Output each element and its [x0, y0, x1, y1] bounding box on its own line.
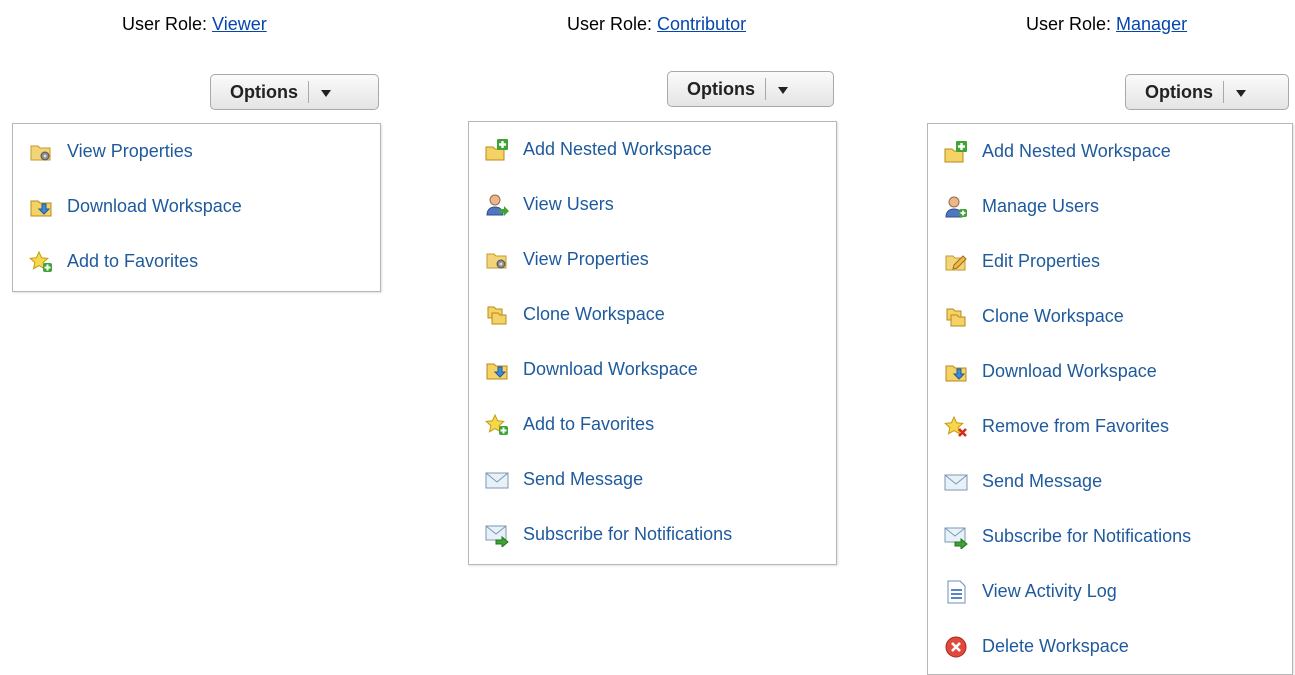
options-label: Options: [211, 81, 309, 103]
send-message-icon: [944, 470, 968, 494]
menu-item-label: Clone Workspace: [523, 304, 665, 324]
menu-item-edit-properties[interactable]: Edit Properties: [928, 234, 1292, 289]
options-label: Options: [1126, 81, 1224, 103]
menu-item-subscribe-for-notifications[interactable]: Subscribe for Notifications: [469, 507, 836, 562]
clone-workspace-icon: [944, 305, 968, 329]
menu-item-label: Send Message: [523, 469, 644, 489]
options-label: Options: [668, 78, 766, 100]
menu-item-remove-from-favorites[interactable]: Remove from Favorites: [928, 399, 1292, 454]
view-users-icon: [485, 193, 509, 217]
chevron-down-icon: [766, 72, 799, 106]
menu-item-view-properties[interactable]: View Properties: [13, 124, 380, 179]
remove-favorites-icon: [944, 415, 968, 439]
options-button-contributor[interactable]: Options: [667, 71, 834, 107]
menu-item-delete-workspace[interactable]: Delete Workspace: [928, 619, 1292, 674]
menu-item-add-nested-workspace[interactable]: Add Nested Workspace: [928, 124, 1292, 179]
subscribe-notifications-icon: [944, 525, 968, 549]
send-message-icon: [485, 468, 509, 492]
options-menu-viewer: View Properties Download Workspace Add to …: [12, 123, 381, 292]
menu-item-label: View Users: [523, 194, 614, 214]
menu-item-view-activity-log[interactable]: View Activity Log: [928, 564, 1292, 619]
menu-item-label: Clone Workspace: [982, 306, 1124, 326]
menu-item-label: View Activity Log: [982, 581, 1117, 601]
menu-item-download-workspace[interactable]: Download Workspace: [928, 344, 1292, 399]
menu-item-view-users[interactable]: View Users: [469, 177, 836, 232]
view-properties-icon: [29, 140, 53, 164]
menu-item-clone-workspace[interactable]: Clone Workspace: [469, 287, 836, 342]
menu-item-label: Add to Favorites: [523, 414, 655, 434]
menu-item-send-message[interactable]: Send Message: [928, 454, 1292, 509]
options-button-viewer[interactable]: Options: [210, 74, 379, 110]
chevron-down-icon: [309, 75, 342, 109]
subscribe-notifications-icon: [485, 523, 509, 547]
menu-item-download-workspace[interactable]: Download Workspace: [13, 179, 380, 234]
options-menu-contributor: Add Nested Workspace View Users View Prope…: [468, 121, 837, 565]
menu-item-label: Download Workspace: [982, 361, 1157, 381]
menu-item-view-properties[interactable]: View Properties: [469, 232, 836, 287]
menu-item-label: Add Nested Workspace: [982, 141, 1171, 161]
menu-item-label: Remove from Favorites: [982, 416, 1170, 436]
menu-item-label: Edit Properties: [982, 251, 1101, 271]
role-prefix: User Role:: [567, 14, 658, 34]
menu-item-subscribe-for-notifications[interactable]: Subscribe for Notifications: [928, 509, 1292, 564]
role-heading-viewer: User Role: Viewer: [122, 14, 267, 35]
delete-workspace-icon: [944, 635, 968, 659]
menu-item-label: Download Workspace: [67, 196, 242, 216]
download-workspace-icon: [944, 360, 968, 384]
menu-item-add-to-favorites[interactable]: Add to Favorites: [469, 397, 836, 452]
menu-item-clone-workspace[interactable]: Clone Workspace: [928, 289, 1292, 344]
menu-item-download-workspace[interactable]: Download Workspace: [469, 342, 836, 397]
role-prefix: User Role:: [122, 14, 213, 34]
chevron-down-icon: [1224, 75, 1257, 109]
clone-workspace-icon: [485, 303, 509, 327]
role-link-viewer[interactable]: Viewer: [212, 14, 267, 34]
menu-item-label: View Properties: [67, 141, 193, 161]
view-properties-icon: [485, 248, 509, 272]
menu-item-label: Add Nested Workspace: [523, 139, 712, 159]
menu-item-manage-users[interactable]: Manage Users: [928, 179, 1292, 234]
menu-item-label: Add to Favorites: [67, 251, 199, 271]
menu-item-add-to-favorites[interactable]: Add to Favorites: [13, 234, 380, 289]
menu-item-label: Send Message: [982, 471, 1103, 491]
menu-item-add-nested-workspace[interactable]: Add Nested Workspace: [469, 122, 836, 177]
menu-item-label: Delete Workspace: [982, 636, 1129, 656]
menu-item-label: Subscribe for Notifications: [982, 526, 1192, 546]
download-workspace-icon: [29, 195, 53, 219]
role-prefix: User Role:: [1026, 14, 1117, 34]
role-link-contributor[interactable]: Contributor: [657, 14, 746, 34]
role-link-manager[interactable]: Manager: [1116, 14, 1187, 34]
edit-properties-icon: [944, 250, 968, 274]
role-heading-manager: User Role: Manager: [1026, 14, 1187, 35]
options-button-manager[interactable]: Options: [1125, 74, 1289, 110]
menu-item-label: Manage Users: [982, 196, 1100, 216]
menu-item-send-message[interactable]: Send Message: [469, 452, 836, 507]
options-menu-manager: Add Nested Workspace Manage Users Edit Pro…: [927, 123, 1293, 675]
role-heading-contributor: User Role: Contributor: [567, 14, 746, 35]
download-workspace-icon: [485, 358, 509, 382]
menu-item-label: View Properties: [523, 249, 649, 269]
add-nested-workspace-icon: [485, 138, 509, 162]
menu-item-label: Subscribe for Notifications: [523, 524, 733, 544]
manage-users-icon: [944, 195, 968, 219]
add-favorites-icon: [485, 413, 509, 437]
view-activity-log-icon: [944, 580, 968, 604]
add-favorites-icon: [29, 250, 53, 274]
menu-item-label: Download Workspace: [523, 359, 698, 379]
add-nested-workspace-icon: [944, 140, 968, 164]
